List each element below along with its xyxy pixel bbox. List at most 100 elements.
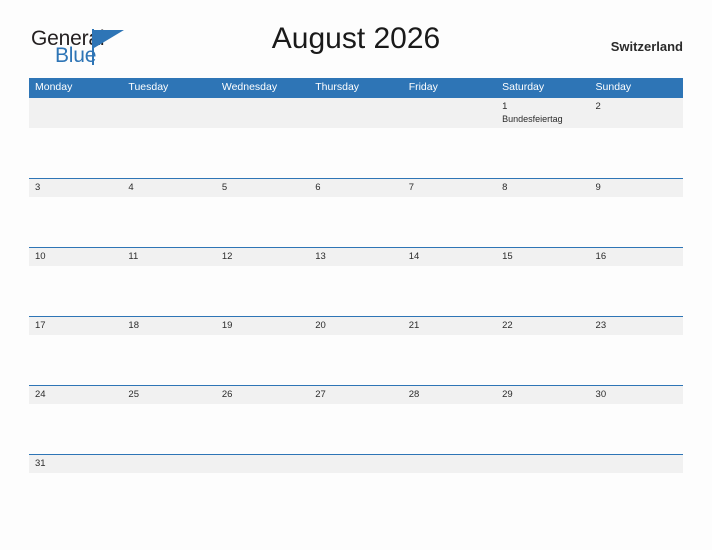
day-note-area[interactable]: [590, 335, 683, 385]
day-number: 23: [595, 320, 607, 331]
day-note-area[interactable]: [122, 335, 215, 385]
day-note-area[interactable]: [496, 266, 589, 316]
day-cell[interactable]: [216, 455, 309, 473]
day-cell[interactable]: 25: [122, 386, 215, 404]
day-number: 5: [221, 182, 228, 193]
weekday-tuesday: Tuesday: [128, 81, 169, 93]
day-note-area[interactable]: [403, 335, 496, 385]
day-note-area[interactable]: [590, 266, 683, 316]
day-cell[interactable]: 18: [122, 317, 215, 335]
day-cell[interactable]: 30: [590, 386, 683, 404]
day-cell[interactable]: [122, 455, 215, 473]
day-cell[interactable]: 8: [496, 179, 589, 197]
day-note-area[interactable]: [122, 266, 215, 316]
day-note-area[interactable]: [29, 335, 122, 385]
day-note-area[interactable]: [403, 266, 496, 316]
week-body: [29, 266, 683, 316]
week-band: 24 25 26 27 28 29 30: [29, 386, 683, 404]
day-note-area[interactable]: [216, 266, 309, 316]
day-cell[interactable]: 23: [590, 317, 683, 335]
day-cell[interactable]: 26: [216, 386, 309, 404]
day-note-area[interactable]: [216, 197, 309, 247]
day-cell[interactable]: 5: [216, 179, 309, 197]
day-note-area[interactable]: [216, 335, 309, 385]
day-number: 12: [221, 251, 233, 262]
week-band: 31: [29, 455, 683, 473]
weekday-wednesday: Wednesday: [221, 81, 278, 93]
day-cell[interactable]: 31: [29, 455, 122, 473]
day-note-area[interactable]: [309, 335, 402, 385]
day-note-area[interactable]: [216, 404, 309, 454]
day-cell[interactable]: 6: [309, 179, 402, 197]
day-number: 8: [502, 182, 508, 193]
day-note-area[interactable]: [29, 197, 122, 247]
day-note-area[interactable]: [309, 404, 402, 454]
weekday-header-row: Monday Tuesday Wednesday Thursday Friday…: [29, 78, 683, 97]
day-cell[interactable]: [403, 98, 496, 128]
day-cell[interactable]: 1 Bundesfeiertag: [496, 98, 589, 128]
day-cell[interactable]: 2: [590, 98, 683, 128]
day-note-area[interactable]: [29, 128, 122, 178]
day-number: 25: [128, 389, 139, 400]
day-note-area[interactable]: [216, 128, 309, 178]
week-body: [29, 128, 683, 178]
day-note-area[interactable]: [403, 404, 496, 454]
day-cell[interactable]: 15: [496, 248, 589, 266]
day-cell[interactable]: 17: [29, 317, 122, 335]
day-note-area[interactable]: [403, 197, 496, 247]
day-cell[interactable]: [403, 455, 496, 473]
day-note-area[interactable]: [496, 335, 589, 385]
day-cell[interactable]: 11: [122, 248, 215, 266]
day-cell[interactable]: 3: [29, 179, 122, 197]
day-cell[interactable]: 7: [403, 179, 496, 197]
day-cell[interactable]: 10: [29, 248, 122, 266]
day-cell[interactable]: 12: [216, 248, 309, 266]
weekday-sunday: Sunday: [595, 81, 632, 93]
day-cell[interactable]: 24: [29, 386, 122, 404]
day-note-area[interactable]: [29, 404, 122, 454]
day-note-area[interactable]: [122, 128, 215, 178]
week-body: [29, 404, 683, 454]
weekday-thursday: Thursday: [315, 81, 360, 93]
day-note-area[interactable]: [403, 128, 496, 178]
day-cell[interactable]: 27: [309, 386, 402, 404]
day-note-area[interactable]: [496, 404, 589, 454]
day-cell[interactable]: [309, 455, 402, 473]
day-cell[interactable]: 14: [403, 248, 496, 266]
day-cell[interactable]: [122, 98, 215, 128]
day-number: 15: [502, 251, 513, 262]
week-row: 3 4 5 6 7 8 9: [29, 178, 683, 247]
day-cell[interactable]: [590, 455, 683, 473]
day-number: 21: [408, 320, 420, 331]
day-cell[interactable]: 28: [403, 386, 496, 404]
week-row: 17 18 19 20 21 22 23: [29, 316, 683, 385]
day-cell[interactable]: 16: [590, 248, 683, 266]
day-cell[interactable]: [29, 98, 122, 128]
day-cell[interactable]: 21: [403, 317, 496, 335]
day-cell[interactable]: 13: [309, 248, 402, 266]
day-note-area[interactable]: [590, 404, 683, 454]
day-cell[interactable]: [309, 98, 402, 128]
day-note-area[interactable]: [309, 197, 402, 247]
day-cell[interactable]: [216, 98, 309, 128]
day-note-area[interactable]: [590, 197, 683, 247]
day-number: 28: [408, 389, 420, 400]
day-note-area[interactable]: [590, 128, 683, 178]
day-cell[interactable]: 19: [216, 317, 309, 335]
day-cell[interactable]: 9: [590, 179, 683, 197]
day-cell[interactable]: 29: [496, 386, 589, 404]
day-note-area[interactable]: [122, 404, 215, 454]
day-note-area[interactable]: [122, 197, 215, 247]
day-note-area[interactable]: [309, 128, 402, 178]
day-note-area[interactable]: [29, 266, 122, 316]
day-number: 7: [408, 182, 414, 193]
day-cell[interactable]: [496, 455, 589, 473]
day-cell[interactable]: 4: [122, 179, 215, 197]
day-note-area[interactable]: [496, 128, 589, 178]
day-number: 27: [315, 389, 326, 400]
day-number: 19: [221, 320, 233, 331]
day-cell[interactable]: 20: [309, 317, 402, 335]
day-note-area[interactable]: [309, 266, 402, 316]
day-note-area[interactable]: [496, 197, 589, 247]
day-cell[interactable]: 22: [496, 317, 589, 335]
